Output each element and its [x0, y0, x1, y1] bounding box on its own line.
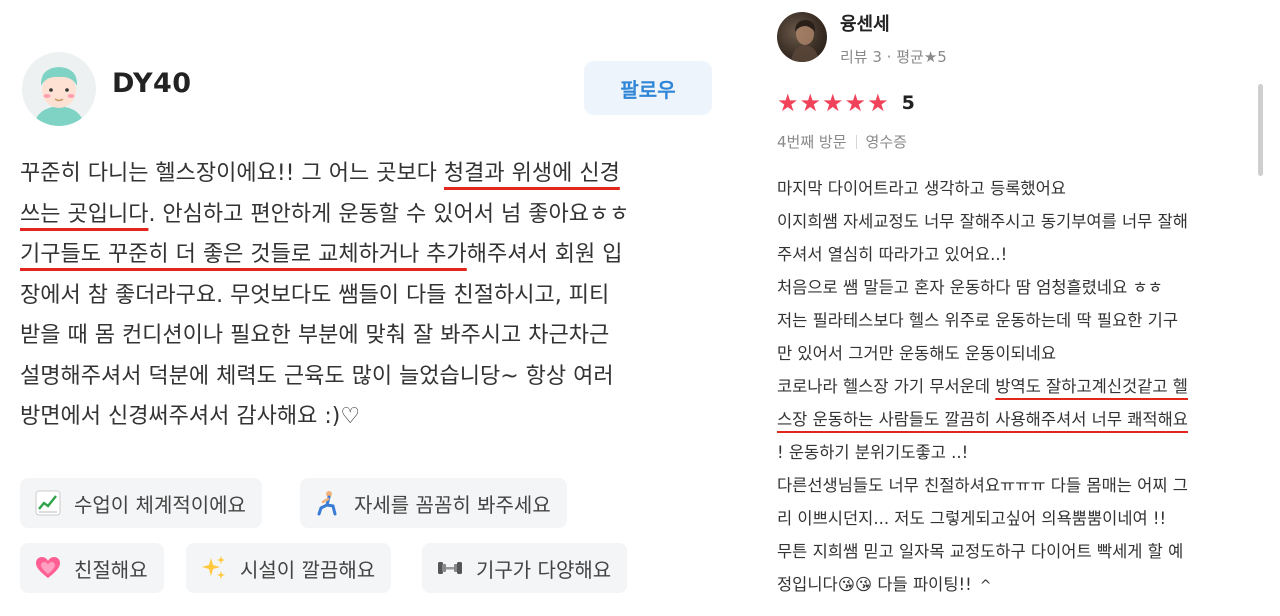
review-text-line: 받을 때 몸 컨디션이나 필요한 부분에 맞춰 잘 봐주시고 차근차근	[20, 316, 720, 357]
text-segment: ! 운동하기 분위기도좋고 ..!	[777, 443, 969, 462]
highlighted-text: 방역도 잘하고계신것같고 헬	[995, 377, 1188, 396]
chart-up-icon	[34, 489, 62, 517]
highlighted-text: 스장 운동하는 사람들도 깔끔히 사용해주셔서 너무 쾌적해요	[777, 410, 1188, 429]
keyword-chip: 시설이 깔끔해요	[186, 543, 392, 593]
keyword-label: 자세를 꼼꼼히 봐주세요	[354, 492, 551, 517]
text-segment: . 안심하고 편안하게 운동할 수 있어서 넘 좋아요ㅎㅎ	[148, 201, 630, 227]
scrollbar[interactable]	[1258, 84, 1263, 176]
text-segment: 꾸준히 다니는 헬스장이에요!! 그 어느 곳보다	[20, 161, 444, 186]
rating-score: 5	[901, 92, 915, 114]
star-icon: ★	[777, 89, 799, 117]
text-segment: 코로나라 헬스장 가기 무서운데	[777, 377, 996, 396]
username[interactable]: DY40	[112, 68, 192, 99]
text-segment: 무튼 지희쌤 믿고 일자목 교정도하구 다이어트 빡세게 할 예	[777, 542, 1184, 561]
keyword-chip: 친절해요	[20, 543, 164, 593]
collapse-icon[interactable]: ^	[980, 570, 992, 603]
text-segment: 받을 때 몸 컨디션이나 필요한 부분에 맞춰 잘 봐주시고 차근차근	[20, 323, 610, 348]
review-text-line: 꾸준히 다니는 헬스장이에요!! 그 어느 곳보다 청결과 위생에 신경	[20, 154, 720, 195]
keyword-label: 기구가 다양해요	[476, 557, 612, 582]
review-text: 꾸준히 다니는 헬스장이에요!! 그 어느 곳보다 청결과 위생에 신경 쓰는 곳…	[20, 154, 720, 438]
text-segment: 설명해주셔서 덕분에 체력도 근육도 많이 늘었습니당~ 항상 여러	[20, 363, 614, 389]
review-text-line: 이지희쌤 자세교정도 너무 잘해주시고 동기부여를 너무 잘해	[777, 205, 1257, 238]
text-segment: 주셔서 열심히 따라가고 있어요..!	[777, 245, 1008, 264]
sparkles-icon	[200, 554, 228, 582]
visit-count: 4번째 방문	[777, 133, 847, 151]
star-icon: ★	[867, 89, 889, 117]
right-review-card: 융센세 리뷰 3 · 평균★5 ★ ★ ★ ★ ★ 5 4번째 방문 영수증 마…	[760, 0, 1280, 616]
keyword-chip: 수업이 체계적이에요	[20, 478, 262, 528]
text-segment: 마지막 다이어트라고 생각하고 등록했어요	[777, 179, 1066, 198]
star-icon: ★	[822, 89, 844, 117]
review-text-line: 무튼 지희쌤 믿고 일자목 교정도하구 다이어트 빡세게 할 예	[777, 535, 1257, 568]
keyword-label: 수업이 체계적이에요	[74, 492, 246, 517]
review-text-line: 정입니다😘😘 다들 파이팅!! ^	[777, 568, 1257, 603]
left-review-card: DY40 팔로우 꾸준히 다니는 헬스장이에요!! 그 어느 곳보다 청결과 위…	[0, 0, 740, 616]
keyword-chip: 기구가 다양해요	[422, 543, 628, 593]
review-text-line: 설명해주셔서 덕분에 체력도 근육도 많이 늘었습니당~ 항상 여러	[20, 357, 720, 398]
highlighted-text: 쓰는 곳입니다	[20, 201, 149, 227]
text-segment: 해주셔서 회원 입	[466, 242, 623, 267]
visit-info: 4번째 방문 영수증	[777, 131, 907, 152]
user-avatar-icon	[22, 52, 96, 126]
review-text-line: 마지막 다이어트라고 생각하고 등록했어요	[777, 172, 1257, 205]
review-text-line: 스장 운동하는 사람들도 깔끔히 사용해주셔서 너무 쾌적해요	[777, 403, 1257, 436]
review-text-line: 다른선생님들도 너무 친절하셔요ㅠㅠㅠ 다들 몸매는 어찌 그	[777, 469, 1257, 502]
text-segment: 처음으로 쌤 말듣고 혼자 운동하다 땀 엄청흘렸네요 ㅎㅎ	[777, 278, 1163, 297]
star-icon: ★	[844, 89, 867, 117]
review-text-line: 쓰는 곳입니다. 안심하고 편안하게 운동할 수 있어서 넘 좋아요ㅎㅎ	[20, 195, 720, 236]
dumbbell-icon	[436, 554, 464, 582]
text-segment: 장에서 참 좋더라구요. 무엇보다도 쌤들이 다들 친절하시고, 피티	[20, 282, 610, 308]
review-meta: 리뷰 3 · 평균★5	[840, 48, 947, 66]
review-text-line: 기구들도 꾸준히 더 좋은 것들로 교체하거나 추가해주셔서 회원 입	[20, 235, 720, 276]
keyword-chip: 자세를 꼼꼼히 봐주세요	[300, 478, 567, 528]
text-segment: 정입니다😘😘 다들 파이팅!!	[777, 575, 972, 594]
keyword-label: 시설이 깔끔해요	[240, 557, 376, 582]
highlighted-text: 청결과 위생에 신경	[443, 161, 620, 186]
receipt-label: 영수증	[865, 133, 907, 151]
text-segment: 리 이쁘시던지... 저도 그렇게되고싶어 의욕뿜뿜이네여 !!	[777, 509, 1167, 528]
review-text-line: 주셔서 열심히 따라가고 있어요..!	[777, 238, 1257, 271]
review-text-line: 장에서 참 좋더라구요. 무엇보다도 쌤들이 다들 친절하시고, 피티	[20, 276, 720, 317]
profile-photo-icon	[791, 20, 819, 62]
divider	[855, 134, 857, 149]
avatar[interactable]	[22, 52, 96, 126]
text-segment: 다른선생님들도 너무 친절하셔요ㅠㅠㅠ 다들 몸매는 어찌 그	[777, 476, 1188, 495]
kneeling-person-icon	[314, 489, 342, 517]
review-text-line: 코로나라 헬스장 가기 무서운데 방역도 잘하고계신것같고 헬	[777, 370, 1257, 403]
rating: ★ ★ ★ ★ ★ 5	[777, 90, 915, 116]
text-segment: 이지희쌤 자세교정도 너무 잘해주시고 동기부여를 너무 잘해	[777, 212, 1188, 231]
follow-button[interactable]: 팔로우	[584, 61, 712, 115]
username[interactable]: 융센세	[840, 10, 890, 36]
review-text-line: 리 이쁘시던지... 저도 그렇게되고싶어 의욕뿜뿜이네여 !!	[777, 502, 1257, 535]
text-segment: 저는 필라테스보다 헬스 위주로 운동하는데 딱 필요한 기구	[777, 311, 1179, 330]
keyword-label: 친절해요	[74, 557, 148, 582]
review-text-line: 처음으로 쌤 말듣고 혼자 운동하다 땀 엄청흘렸네요 ㅎㅎ	[777, 271, 1257, 304]
heart-icon	[34, 554, 62, 582]
highlighted-text: 기구들도 꾸준히 더 좋은 것들로 교체하거나 추가	[20, 242, 467, 267]
avatar[interactable]	[777, 12, 827, 62]
review-text: 마지막 다이어트라고 생각하고 등록했어요이지희쌤 자세교정도 너무 잘해주시고…	[777, 172, 1257, 603]
star-icon: ★	[799, 89, 822, 117]
review-text-line: 방면에서 신경써주셔서 감사해요 :)♡	[20, 397, 720, 438]
review-text-line: 만 있어서 그거만 운동해도 운동이되네요	[777, 337, 1257, 370]
text-segment: 방면에서 신경써주셔서 감사해요 :)♡	[20, 404, 361, 429]
review-text-line: ! 운동하기 분위기도좋고 ..!	[777, 436, 1257, 469]
review-text-line: 저는 필라테스보다 헬스 위주로 운동하는데 딱 필요한 기구	[777, 304, 1257, 337]
text-segment: 만 있어서 그거만 운동해도 운동이되네요	[777, 344, 1057, 363]
